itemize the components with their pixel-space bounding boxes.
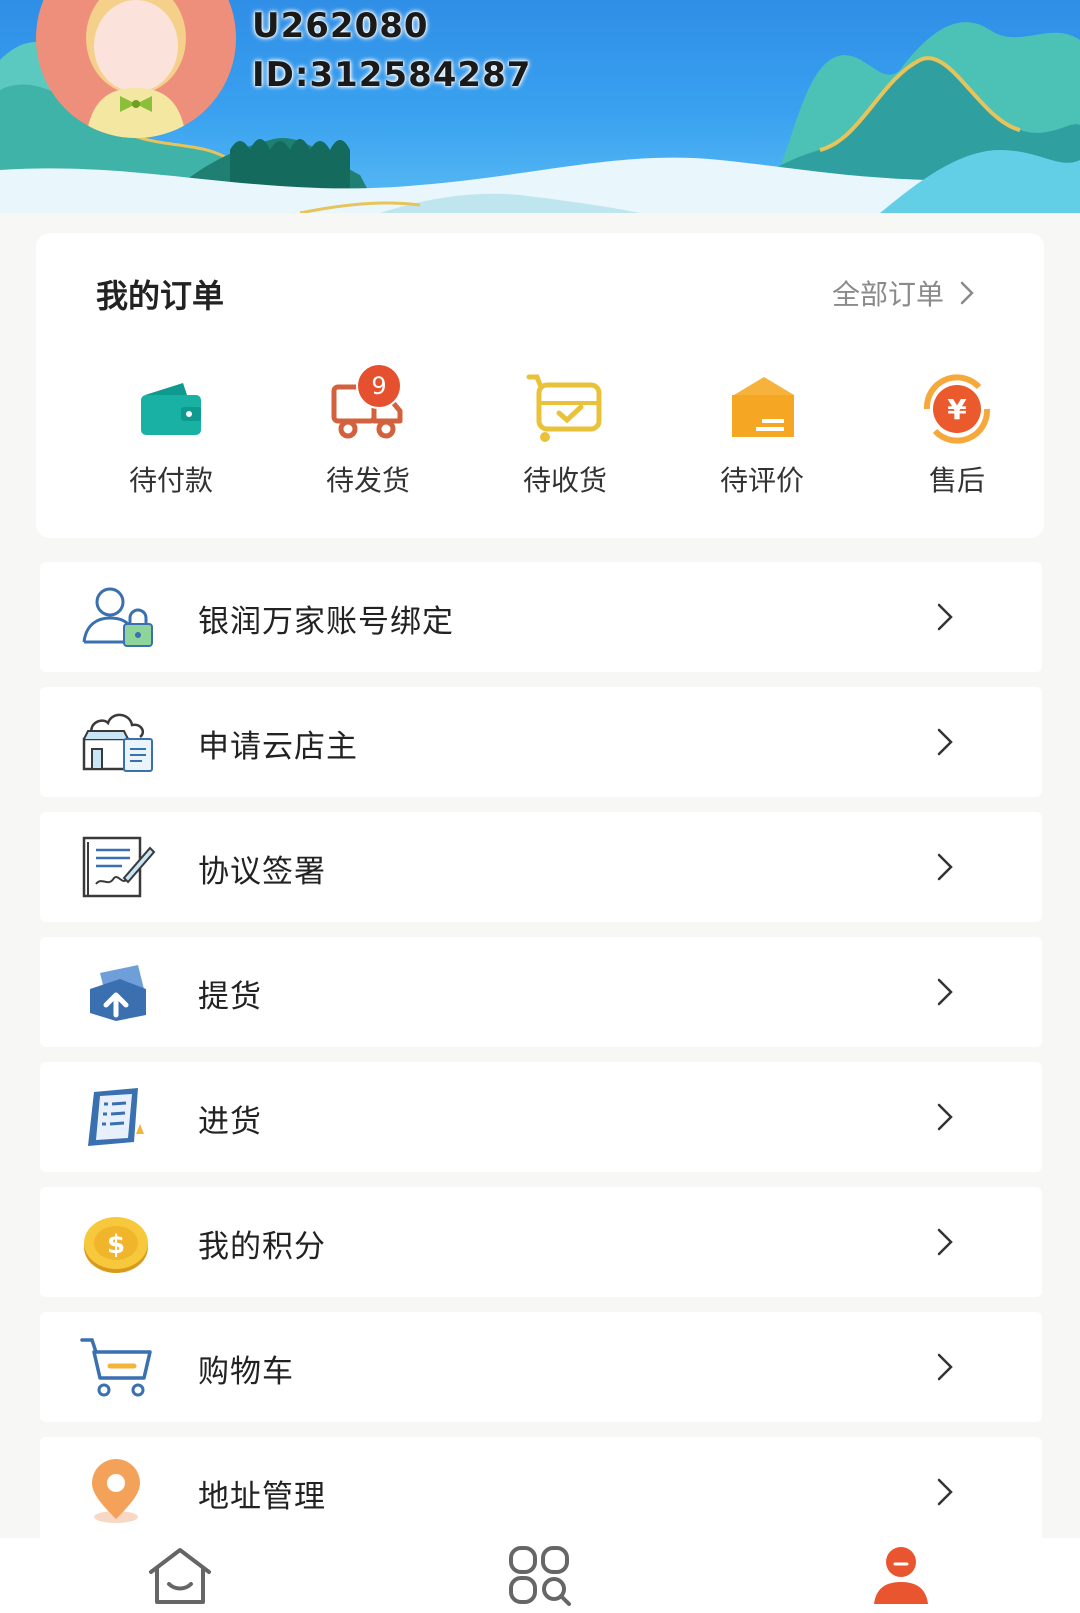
location-pin-icon <box>92 1459 140 1523</box>
all-orders-label: 全部订单 <box>831 278 944 311</box>
pending-shipment-count-badge: 9 <box>356 363 402 409</box>
menu-address-management[interactable]: 地址管理 <box>40 1437 1042 1547</box>
nav-category[interactable] <box>505 1544 575 1608</box>
order-item-label: 售后 <box>928 464 985 497</box>
order-pending-payment[interactable]: 待付款 <box>96 373 246 503</box>
pickup-upload-icon <box>90 965 146 1021</box>
contract-sign-icon <box>82 836 156 898</box>
cloud-store-icon <box>82 713 153 772</box>
menu-label: 购物车 <box>198 1354 294 1390</box>
order-item-label: 待评价 <box>719 464 804 497</box>
profile-icon <box>874 1547 928 1604</box>
order-item-label: 待付款 <box>128 464 213 497</box>
profile-header: U262080 ID:312584287 <box>0 0 1080 213</box>
nav-profile[interactable] <box>866 1544 936 1608</box>
package-icon <box>732 377 794 437</box>
menu-label: 申请云店主 <box>198 729 358 765</box>
all-orders-link[interactable]: 全部订单 <box>832 273 974 313</box>
chevron-right-icon <box>937 1478 953 1506</box>
coin-icon: $ <box>84 1217 148 1273</box>
menu-my-points[interactable]: $ 我的积分 <box>40 1187 1042 1297</box>
username: U262080 <box>252 6 429 46</box>
chevron-right-icon <box>937 853 953 881</box>
purchase-list-icon <box>88 1088 144 1146</box>
menu-purchase[interactable]: 进货 <box>40 1062 1042 1172</box>
shopping-cart-icon <box>80 1338 152 1397</box>
menu-apply-cloud-store[interactable]: 申请云店主 <box>40 687 1042 797</box>
order-pending-review[interactable]: 待评价 <box>687 373 837 503</box>
home-icon <box>149 1548 211 1604</box>
yen-refund-icon: ¥ <box>923 374 991 444</box>
user-id: ID:312584287 <box>252 55 532 95</box>
order-after-sales[interactable]: ¥ 售后 <box>882 373 1032 503</box>
svg-text:$: $ <box>107 1230 125 1260</box>
cart-check-icon <box>526 374 602 442</box>
menu-account-binding[interactable]: 银润万家账号绑定 <box>40 562 1042 672</box>
chevron-right-icon <box>960 281 974 305</box>
menu-label: 协议签署 <box>198 854 326 890</box>
menu-label: 地址管理 <box>198 1479 326 1515</box>
order-pending-receipt[interactable]: 待收货 <box>490 373 640 503</box>
bottom-navigation <box>0 1538 1080 1613</box>
menu-label: 进货 <box>198 1104 262 1140</box>
category-icon <box>509 1546 571 1606</box>
menu-pickup[interactable]: 提货 <box>40 937 1042 1047</box>
order-item-label: 待收货 <box>522 464 607 497</box>
chevron-right-icon <box>937 1353 953 1381</box>
my-orders-card: 我的订单 全部订单 待付款 待发货 9 待收货 待评价 ¥ 售后 <box>36 233 1044 538</box>
chevron-right-icon <box>937 603 953 631</box>
orders-title: 我的订单 <box>96 277 225 315</box>
menu-label: 银润万家账号绑定 <box>198 604 454 640</box>
svg-text:¥: ¥ <box>947 393 967 426</box>
menu-label: 提货 <box>198 979 262 1015</box>
order-item-label: 待发货 <box>325 464 410 497</box>
chevron-right-icon <box>937 1103 953 1131</box>
chevron-right-icon <box>937 1228 953 1256</box>
chevron-right-icon <box>937 978 953 1006</box>
menu-shopping-cart[interactable]: 购物车 <box>40 1312 1042 1422</box>
wallet-icon <box>141 383 201 435</box>
order-status-row: 待付款 待发货 9 待收货 待评价 ¥ 售后 <box>36 363 1044 503</box>
menu-agreement-signing[interactable]: 协议签署 <box>40 812 1042 922</box>
account-lock-icon <box>82 587 153 647</box>
chevron-right-icon <box>937 728 953 756</box>
menu-label: 我的积分 <box>198 1229 326 1265</box>
nav-home[interactable] <box>145 1544 215 1608</box>
